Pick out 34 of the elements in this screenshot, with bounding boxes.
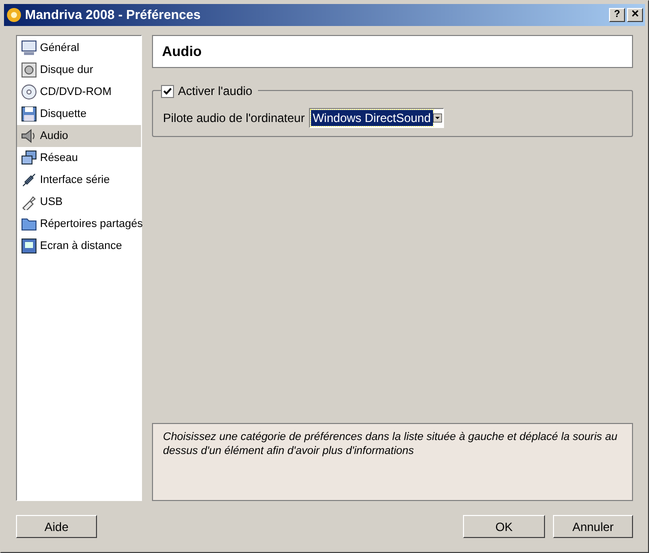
- network-icon: [21, 150, 37, 166]
- speaker-icon: [21, 128, 37, 144]
- sun-icon: [6, 7, 22, 23]
- dialog-button[interactable]: Aide: [16, 515, 97, 538]
- window-title: Mandriva 2008 - Préférences: [25, 6, 201, 24]
- checkbox[interactable]: [161, 84, 174, 98]
- ok-button[interactable]: OK: [463, 515, 545, 538]
- screen-icon: [21, 238, 37, 254]
- category-item[interactable]: USB: [17, 191, 141, 213]
- folder-icon: [21, 216, 37, 232]
- dialog-button[interactable]: Annuler: [553, 515, 633, 538]
- category-item[interactable]: Disquette: [17, 103, 141, 125]
- category-item[interactable]: CD/DVD-ROM: [17, 81, 141, 103]
- category-item[interactable]: Interface série: [17, 169, 141, 191]
- monitor-icon: [21, 40, 37, 56]
- section-header: Audio: [152, 35, 633, 68]
- category-item[interactable]: Répertoires partagés: [17, 213, 141, 235]
- category-item[interactable]: Général: [17, 37, 141, 59]
- floppy-icon: [21, 106, 37, 122]
- driver-label: Pilote audio de l'ordinateur: [163, 110, 305, 126]
- checkbox-label: Activer l'audio: [178, 83, 252, 100]
- check-icon: [163, 86, 172, 96]
- plug-icon: [21, 194, 37, 210]
- category-item[interactable]: Audio: [17, 125, 141, 147]
- help-button[interactable]: ?: [609, 8, 625, 22]
- category-item[interactable]: Ecran à distance: [17, 235, 141, 257]
- category-item[interactable]: Disque dur: [17, 59, 141, 81]
- connector-icon: [21, 172, 37, 188]
- category-item[interactable]: Réseau: [17, 147, 141, 169]
- info-text: Choisissez une catégorie de préférences dans la liste située à gauche et déplacé la souris au dessus d'un élément afin d'avoir plus d'informations: [163, 430, 618, 458]
- cd-icon: [21, 84, 37, 100]
- dropdown-value: Windows DirectSound: [310, 110, 433, 126]
- close-button[interactable]: ✕: [627, 8, 643, 22]
- driver-dropdown[interactable]: Windows DirectSound: [308, 108, 444, 128]
